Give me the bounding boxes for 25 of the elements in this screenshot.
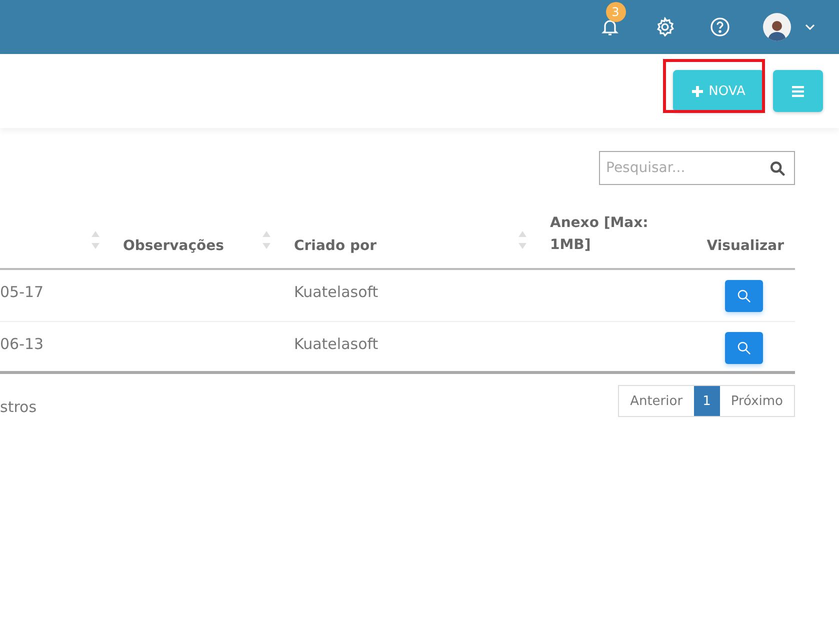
- column-header[interactable]: Criado por: [294, 238, 376, 254]
- table-info: stros: [0, 397, 37, 417]
- search-field[interactable]: Pesquisar...: [599, 151, 795, 185]
- column-header[interactable]: Visualizar: [706, 238, 784, 254]
- notification-badge: 3: [606, 2, 626, 22]
- table-cell: 05-17: [0, 283, 44, 301]
- avatar[interactable]: [763, 13, 791, 41]
- table-cell: 06-13: [0, 335, 44, 353]
- menu-button[interactable]: [773, 70, 823, 112]
- column-header[interactable]: Observações: [123, 238, 224, 254]
- table-cell: Kuatelasoft: [294, 283, 378, 301]
- view-button[interactable]: [725, 280, 763, 312]
- table-cell: Kuatelasoft: [294, 335, 378, 353]
- page-button[interactable]: 1: [694, 386, 720, 416]
- settings-icon[interactable]: [654, 17, 674, 37]
- search-icon: [737, 289, 751, 303]
- plus-icon: [692, 86, 703, 96]
- view-button[interactable]: [725, 332, 763, 364]
- help-icon[interactable]: [710, 17, 730, 37]
- search-icon: [737, 341, 751, 355]
- menu-icon: [792, 86, 804, 96]
- column-header[interactable]: Anexo [Max: 1MB]: [550, 212, 681, 256]
- chevron-down-icon[interactable]: [805, 24, 815, 30]
- bell-icon[interactable]: [600, 17, 620, 37]
- search-icon: [770, 161, 785, 176]
